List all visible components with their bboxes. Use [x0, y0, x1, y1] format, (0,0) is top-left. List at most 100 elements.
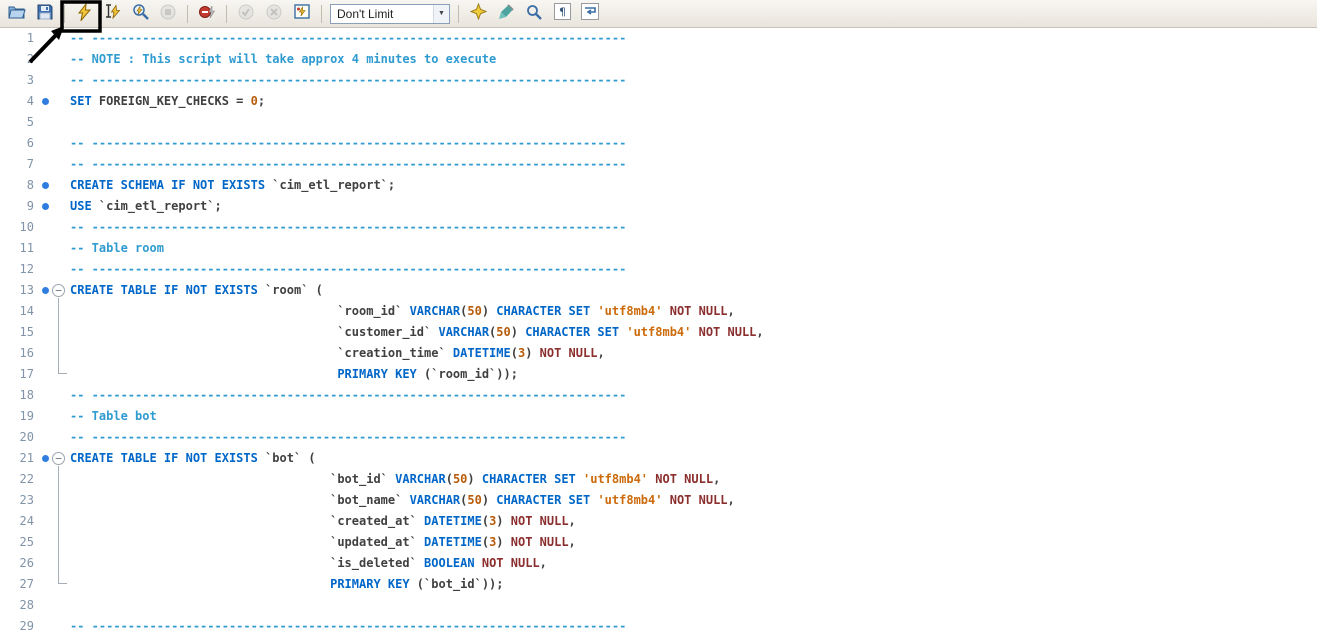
line-number: 29: [0, 616, 36, 637]
execute-current-statement-button[interactable]: [99, 2, 125, 26]
code-line-21[interactable]: 21−CREATE TABLE IF NOT EXISTS `bot` (: [0, 448, 1317, 469]
dropdown-arrow-icon[interactable]: ▼: [433, 5, 449, 23]
commit-transaction-button: [233, 2, 259, 26]
pilcrow-icon: ¶: [554, 3, 571, 24]
code-line-22[interactable]: 22 `bot_id` VARCHAR(50) CHARACTER SET 'u…: [0, 469, 1317, 490]
gutter-markers: [36, 217, 70, 238]
code-text: -- -------------------------------------…: [70, 70, 626, 91]
code-line-8[interactable]: 8CREATE SCHEMA IF NOT EXISTS `cim_etl_re…: [0, 175, 1317, 196]
code-line-27[interactable]: 27 PRIMARY KEY (`bot_id`));: [0, 574, 1317, 595]
gutter-markers: [36, 595, 70, 616]
code-line-9[interactable]: 9USE `cim_etl_report`;: [0, 196, 1317, 217]
code-line-4[interactable]: 4SET FOREIGN_KEY_CHECKS = 0;: [0, 91, 1317, 112]
line-number: 23: [0, 490, 36, 511]
toggle-invisible-characters-button[interactable]: ¶: [549, 2, 575, 26]
beautify-script-button[interactable]: [465, 2, 491, 26]
execute-script-button[interactable]: [71, 2, 97, 26]
find-in-editor-button[interactable]: [521, 2, 547, 26]
line-number: 15: [0, 322, 36, 343]
code-line-29[interactable]: 29-- -----------------------------------…: [0, 616, 1317, 637]
editor-toolbar: Don't Limit▼ ¶: [0, 0, 1317, 28]
gutter-markers: [36, 112, 70, 133]
gutter-markers: [36, 259, 70, 280]
stop-icon: [160, 4, 176, 24]
search-icon: [526, 4, 542, 24]
code-line-17[interactable]: 17 PRIMARY KEY (`room_id`));: [0, 364, 1317, 385]
code-line-23[interactable]: 23 `bot_name` VARCHAR(50) CHARACTER SET …: [0, 490, 1317, 511]
code-line-7[interactable]: 7 -- ------------------------------------…: [0, 154, 1317, 175]
line-number: 7: [0, 154, 36, 175]
code-line-3[interactable]: 3 -- ------------------------------------…: [0, 70, 1317, 91]
code-line-24[interactable]: 24 `created_at` DATETIME(3) NOT NULL,: [0, 511, 1317, 532]
code-line-12[interactable]: 12-- -----------------------------------…: [0, 259, 1317, 280]
code-line-6[interactable]: 6-- ------------------------------------…: [0, 133, 1317, 154]
statement-marker-icon: [42, 203, 49, 210]
code-text: -- NOTE : This script will take approx 4…: [70, 49, 496, 70]
code-line-5[interactable]: 5: [0, 112, 1317, 133]
code-text: -- Table room: [70, 238, 164, 259]
toggle-word-wrap-button[interactable]: [577, 2, 603, 26]
sql-editor-window: Don't Limit▼ ¶ 1-- ----------------------…: [0, 0, 1317, 637]
line-number: 22: [0, 469, 36, 490]
gutter-markers: [36, 91, 70, 112]
gutter-markers: [36, 49, 70, 70]
gutter-markers: [36, 175, 70, 196]
toolbar-separator: [321, 5, 322, 23]
gutter-markers: [36, 616, 70, 637]
code-line-14[interactable]: 14 `room_id` VARCHAR(50) CHARACTER SET '…: [0, 301, 1317, 322]
code-line-1[interactable]: 1-- ------------------------------------…: [0, 28, 1317, 49]
code-line-2[interactable]: 2-- NOTE : This script will take approx …: [0, 49, 1317, 70]
line-number: 3: [0, 70, 36, 91]
code-line-16[interactable]: 16 `creation_time` DATETIME(3) NOT NULL,: [0, 343, 1317, 364]
code-text: -- -------------------------------------…: [70, 154, 626, 175]
gutter-markers: [36, 133, 70, 154]
code-text: CREATE TABLE IF NOT EXISTS `room` (: [70, 280, 323, 301]
explain-statement-button[interactable]: [127, 2, 153, 26]
rollback-transaction-button: [261, 2, 287, 26]
open-script-button[interactable]: [4, 2, 30, 26]
code-line-18[interactable]: 18-- -----------------------------------…: [0, 385, 1317, 406]
fold-collapse-icon[interactable]: −: [52, 284, 65, 297]
explain-icon: [132, 3, 149, 24]
line-number: 11: [0, 238, 36, 259]
code-text: CREATE TABLE IF NOT EXISTS `bot` (: [70, 448, 316, 469]
code-line-28[interactable]: 28: [0, 595, 1317, 616]
code-line-11[interactable]: 11 -- Table room: [0, 238, 1317, 259]
statement-marker-icon: [42, 455, 49, 462]
limit-dropdown[interactable]: Don't Limit▼: [330, 4, 450, 24]
gutter-markers: [36, 70, 70, 91]
fold-collapse-icon[interactable]: −: [52, 452, 65, 465]
code-line-19[interactable]: 19-- Table bot: [0, 406, 1317, 427]
autocommit-icon: [294, 4, 311, 24]
toggle-stop-on-error-button[interactable]: [194, 2, 220, 26]
toolbar-separator: [226, 5, 227, 23]
save-script-button[interactable]: [32, 2, 58, 26]
gutter-markers: [36, 238, 70, 259]
code-text: SET FOREIGN_KEY_CHECKS = 0;: [70, 91, 265, 112]
statement-marker-icon: [42, 182, 49, 189]
gutter-markers: [36, 406, 70, 427]
line-number: 26: [0, 553, 36, 574]
fold-guide-line: [58, 298, 67, 374]
code-line-10[interactable]: 10-- -----------------------------------…: [0, 217, 1317, 238]
code-line-15[interactable]: 15 `customer_id` VARCHAR(50) CHARACTER S…: [0, 322, 1317, 343]
code-editor[interactable]: 1-- ------------------------------------…: [0, 28, 1317, 637]
save-icon: [37, 4, 53, 24]
gutter-markers: [36, 196, 70, 217]
wrap-text-icon: [581, 3, 599, 24]
gutter-markers: [36, 28, 70, 49]
beautify-icon: [470, 3, 487, 24]
code-line-26[interactable]: 26 `is_deleted` BOOLEAN NOT NULL,: [0, 553, 1317, 574]
line-number: 27: [0, 574, 36, 595]
code-line-20[interactable]: 20-- -----------------------------------…: [0, 427, 1317, 448]
clear-editor-button[interactable]: [493, 2, 519, 26]
line-number: 12: [0, 259, 36, 280]
code-line-13[interactable]: 13−CREATE TABLE IF NOT EXISTS `room` (: [0, 280, 1317, 301]
folder-open-icon: [8, 4, 26, 24]
code-line-25[interactable]: 25 `updated_at` DATETIME(3) NOT NULL,: [0, 532, 1317, 553]
line-number: 19: [0, 406, 36, 427]
broom-icon: [498, 4, 515, 24]
line-number: 9: [0, 196, 36, 217]
toggle-autocommit-button[interactable]: [289, 2, 315, 26]
line-number: 18: [0, 385, 36, 406]
